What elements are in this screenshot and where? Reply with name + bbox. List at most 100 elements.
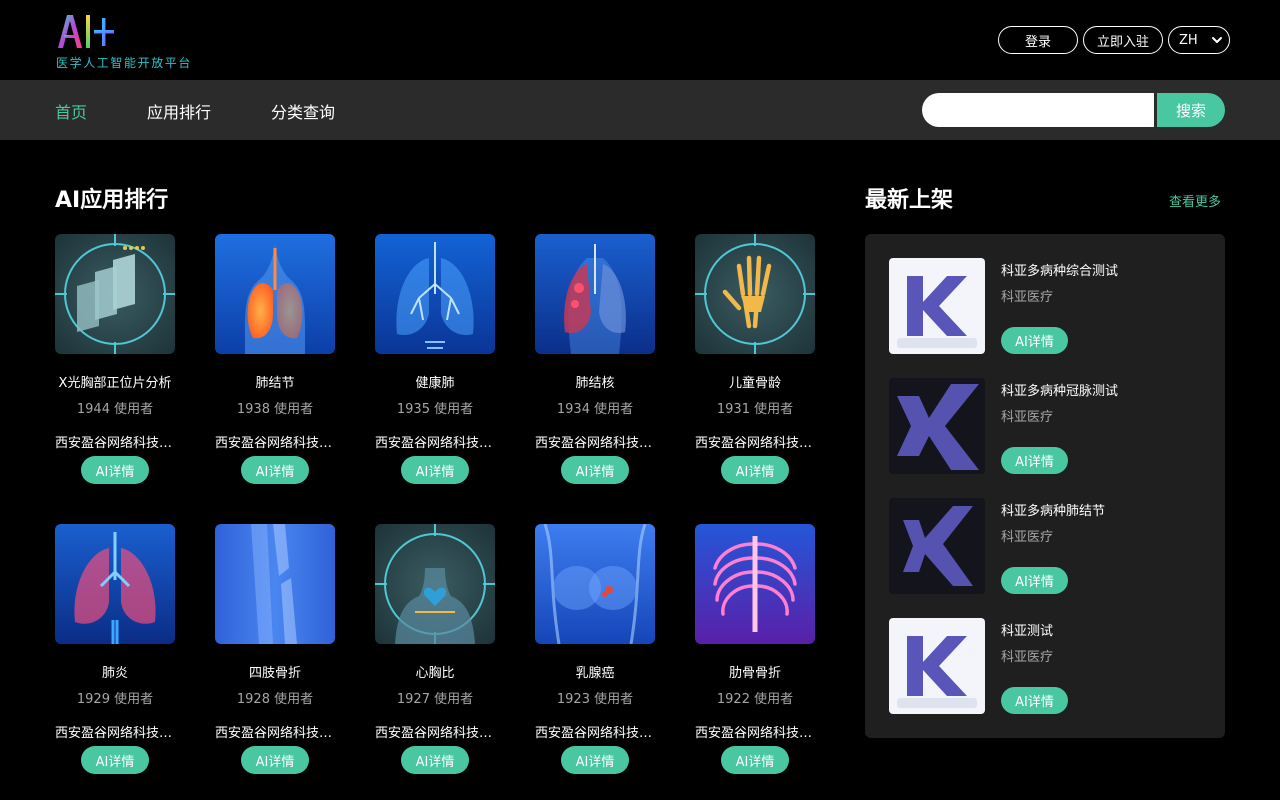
- healthy-lung-icon: [375, 234, 495, 354]
- ai-detail-button[interactable]: AI详情: [241, 746, 309, 774]
- latest-item-name: 科亚多病种肺结节: [1001, 504, 1106, 519]
- language-select[interactable]: ZH: [1168, 26, 1230, 54]
- app-card[interactable]: 儿童骨龄 1931 使用者 西安盈谷网络科技有限公司 AI详情: [695, 234, 815, 484]
- ai-detail-button[interactable]: AI详情: [561, 746, 629, 774]
- latest-item[interactable]: 科亚多病种肺结节 科亚医疗 AI详情: [889, 498, 1201, 594]
- app-name: 四肢骨折: [248, 666, 301, 681]
- app-thumbnail: [375, 234, 495, 354]
- ai-detail-button[interactable]: AI详情: [1001, 687, 1068, 714]
- app-card[interactable]: 肺结核 1934 使用者 西安盈谷网络科技有限公司 AI详情: [535, 234, 655, 484]
- app-name: 乳腺癌: [575, 666, 615, 681]
- app-card[interactable]: 肋骨骨折 1922 使用者 西安盈谷网络科技有限公司 AI详情: [695, 524, 815, 774]
- app-thumbnail: [215, 524, 335, 644]
- latest-item-name: 科亚多病种综合测试: [1001, 264, 1119, 279]
- ai-detail-button[interactable]: AI详情: [1001, 567, 1068, 594]
- auth-actions: 登录 立即入驻 ZH: [998, 26, 1230, 54]
- app-user-count: 1944 使用者: [76, 402, 154, 417]
- latest-thumbnail: [889, 618, 985, 714]
- app-vendor: 西安盈谷网络科技有限公司: [55, 436, 175, 451]
- nav-app-ranking[interactable]: 应用排行: [147, 99, 211, 123]
- app-thumbnail: [55, 524, 175, 644]
- pneumonia-lung-icon: [55, 524, 175, 644]
- app-user-count: 1931 使用者: [716, 402, 794, 417]
- ai-plus-logo-icon: [58, 15, 114, 48]
- chevron-down-icon: [1212, 37, 1222, 43]
- latest-title: 最新上架: [865, 188, 954, 213]
- ai-detail-button[interactable]: AI详情: [81, 456, 149, 484]
- latest-item-vendor: 科亚医疗: [1001, 530, 1054, 545]
- app-user-count: 1928 使用者: [236, 692, 314, 707]
- app-card[interactable]: X光胸部正位片分析 1944 使用者 西安盈谷网络科技有限公司 AI详情: [55, 234, 175, 484]
- ai-detail-button[interactable]: AI详情: [401, 746, 469, 774]
- keya-logo-dark-icon: [889, 498, 985, 594]
- ai-detail-button[interactable]: AI详情: [401, 456, 469, 484]
- keya-logo-dark-icon: [889, 378, 985, 474]
- app-vendor: 西安盈谷网络科技有限公司: [375, 726, 495, 741]
- app-card[interactable]: 肺结节 1938 使用者 西安盈谷网络科技有限公司 AI详情: [215, 234, 335, 484]
- app-card[interactable]: 健康肺 1935 使用者 西安盈谷网络科技有限公司 AI详情: [375, 234, 495, 484]
- app-thumbnail: [535, 524, 655, 644]
- app-user-count: 1922 使用者: [716, 692, 794, 707]
- site-logo[interactable]: 医学人工智能开放平台: [56, 12, 216, 72]
- latest-panel: 科亚多病种综合测试 科亚医疗 AI详情 科亚多病种冠脉测试 科亚医疗 AI详情 …: [865, 234, 1225, 738]
- app-vendor: 西安盈谷网络科技有限公司: [695, 726, 815, 741]
- app-user-count: 1935 使用者: [396, 402, 474, 417]
- app-thumbnail: [695, 234, 815, 354]
- ai-detail-button[interactable]: AI详情: [1001, 327, 1068, 354]
- language-value: ZH: [1179, 32, 1198, 48]
- latest-thumbnail: [889, 378, 985, 474]
- latest-thumbnail: [889, 498, 985, 594]
- latest-item[interactable]: 科亚测试 科亚医疗 AI详情: [889, 618, 1201, 714]
- app-vendor: 西安盈谷网络科技有限公司: [55, 726, 175, 741]
- ranking-title: AI应用排行: [55, 188, 169, 213]
- latest-item-vendor: 科亚医疗: [1001, 290, 1054, 305]
- ai-detail-button[interactable]: AI详情: [81, 746, 149, 774]
- app-card[interactable]: 乳腺癌 1923 使用者 西安盈谷网络科技有限公司 AI详情: [535, 524, 655, 774]
- app-name: 肺炎: [101, 666, 128, 681]
- ai-detail-button[interactable]: AI详情: [241, 456, 309, 484]
- latest-item-name: 科亚测试: [1001, 624, 1054, 639]
- top-header: 医学人工智能开放平台 登录 立即入驻 ZH: [0, 0, 1280, 80]
- ai-detail-button[interactable]: AI详情: [721, 456, 789, 484]
- latest-item-name: 科亚多病种冠脉测试: [1001, 384, 1119, 399]
- tb-lung-icon: [535, 234, 655, 354]
- latest-item-vendor: 科亚医疗: [1001, 650, 1054, 665]
- latest-item[interactable]: 科亚多病种冠脉测试 科亚医疗 AI详情: [889, 378, 1201, 474]
- app-thumbnail: [215, 234, 335, 354]
- nav-category-search[interactable]: 分类查询: [271, 99, 335, 123]
- app-name: 肋骨骨折: [728, 666, 781, 681]
- app-vendor: 西安盈谷网络科技有限公司: [535, 726, 655, 741]
- join-now-button[interactable]: 立即入驻: [1083, 26, 1163, 54]
- latest-item[interactable]: 科亚多病种综合测试 科亚医疗 AI详情: [889, 258, 1201, 354]
- app-card[interactable]: 心胸比 1927 使用者 西安盈谷网络科技有限公司 AI详情: [375, 524, 495, 774]
- app-name: 肺结核: [575, 376, 615, 391]
- nav-home[interactable]: 首页: [55, 99, 87, 123]
- app-card[interactable]: 四肢骨折 1928 使用者 西安盈谷网络科技有限公司 AI详情: [215, 524, 335, 774]
- app-thumbnail: [535, 234, 655, 354]
- lung-torso-icon: [215, 234, 335, 354]
- hand-bone-icon: [695, 234, 815, 354]
- ai-detail-button[interactable]: AI详情: [561, 456, 629, 484]
- ribcage-icon: [695, 524, 815, 644]
- search-input[interactable]: [922, 93, 1154, 127]
- app-card[interactable]: 肺炎 1929 使用者 西安盈谷网络科技有限公司 AI详情: [55, 524, 175, 774]
- ai-detail-button[interactable]: AI详情: [721, 746, 789, 774]
- app-vendor: 西安盈谷网络科技有限公司: [695, 436, 815, 451]
- app-name: 肺结节: [255, 376, 295, 391]
- keya-logo-light-icon: [889, 618, 985, 714]
- limb-fracture-icon: [215, 524, 335, 644]
- latest-thumbnail: [889, 258, 985, 354]
- app-thumbnail: [375, 524, 495, 644]
- search-button[interactable]: 搜索: [1157, 93, 1225, 127]
- xray-films-icon: [55, 234, 175, 354]
- login-button[interactable]: 登录: [998, 26, 1078, 54]
- app-user-count: 1927 使用者: [396, 692, 474, 707]
- logo-subtitle: 医学人工智能开放平台: [56, 56, 193, 70]
- app-user-count: 1934 使用者: [556, 402, 634, 417]
- view-more-link[interactable]: 查看更多: [1169, 191, 1221, 210]
- app-name: 心胸比: [415, 666, 455, 681]
- ai-detail-button[interactable]: AI详情: [1001, 447, 1068, 474]
- app-vendor: 西安盈谷网络科技有限公司: [375, 436, 495, 451]
- app-thumbnail: [55, 234, 175, 354]
- app-thumbnail: [695, 524, 815, 644]
